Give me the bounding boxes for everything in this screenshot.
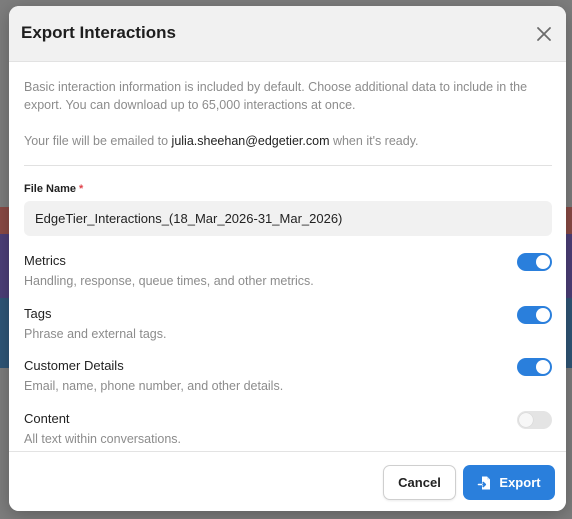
toggle-knob <box>519 413 533 427</box>
close-button[interactable] <box>533 23 555 45</box>
export-file-icon <box>478 476 491 489</box>
option-metrics: Metrics Handling, response, queue times,… <box>24 253 552 299</box>
dialog-footer: Cancel Export <box>9 451 566 511</box>
option-tags: Tags Phrase and external tags. <box>24 306 552 352</box>
file-name-label-text: File Name <box>24 183 76 195</box>
email-notice: Your file will be emailed to julia.sheeh… <box>24 134 552 148</box>
dialog-title: Export Interactions <box>21 23 176 42</box>
intro-text: Basic interaction information is include… <box>24 80 528 112</box>
dialog-header: Export Interactions <box>9 6 566 62</box>
tags-toggle[interactable] <box>517 306 552 324</box>
export-label: Export <box>499 475 541 490</box>
option-description: Phrase and external tags. <box>24 327 167 341</box>
toggle-knob <box>536 308 550 322</box>
option-customer-details: Customer Details Email, name, phone numb… <box>24 358 552 404</box>
export-button[interactable]: Export <box>463 465 555 500</box>
file-name-input[interactable] <box>24 201 552 236</box>
toggle-knob <box>536 255 550 269</box>
close-icon <box>537 27 551 41</box>
email-suffix: when it's ready. <box>329 134 419 148</box>
email-prefix: Your file will be emailed to <box>24 134 172 148</box>
option-title: Customer Details <box>24 358 124 373</box>
option-title: Metrics <box>24 253 66 268</box>
option-description: Handling, response, queue times, and oth… <box>24 274 314 288</box>
option-description: Email, name, phone number, and other det… <box>24 379 284 393</box>
cancel-button[interactable]: Cancel <box>383 465 456 500</box>
file-name-label: File Name * <box>24 183 83 195</box>
option-title: Content <box>24 411 70 426</box>
divider <box>24 165 552 166</box>
export-dialog: Export Interactions Basic interaction in… <box>9 6 566 511</box>
email-address: julia.sheehan@edgetier.com <box>171 134 330 148</box>
required-mark: * <box>79 183 84 195</box>
metrics-toggle[interactable] <box>517 253 552 271</box>
option-description: All text within conversations. <box>24 432 182 446</box>
toggle-knob <box>536 360 550 374</box>
content-toggle[interactable] <box>517 411 552 429</box>
customer-details-toggle[interactable] <box>517 358 552 376</box>
option-title: Tags <box>24 306 52 321</box>
